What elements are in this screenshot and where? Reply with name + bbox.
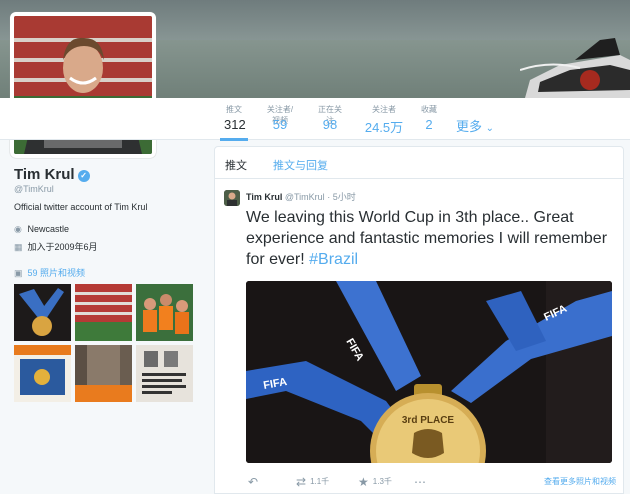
- calendar-icon: ▦: [14, 242, 23, 252]
- medal-label: 3rd PLACE: [402, 415, 455, 426]
- star-icon: ★: [358, 475, 369, 489]
- photo-thumbnail[interactable]: [14, 284, 71, 341]
- stat-value: 312: [224, 117, 246, 132]
- tweet-actions: ↶ ⇄ 1.1千 ★ 1.3千 ⋯ 查看更多照片和视频: [246, 473, 616, 489]
- tweet-media[interactable]: FIFA FIFA FIFA 3rd PLACE: [246, 281, 612, 463]
- more-label: 更多: [456, 119, 483, 134]
- location-pin-icon: ◉: [14, 224, 22, 234]
- tab-tweets[interactable]: 推文: [225, 157, 247, 173]
- joined-text: 加入于2009年6月: [27, 242, 98, 252]
- stat-following[interactable]: 正在关注 98: [315, 104, 345, 132]
- profile-location: ◉ Newcastle: [14, 224, 69, 235]
- tweet-text-main: We leaving this World Cup in 3th place..…: [246, 209, 608, 268]
- profile-bio: Official twitter account of Tim Krul: [14, 202, 148, 212]
- view-more-media-link[interactable]: 查看更多照片和视频: [544, 476, 616, 487]
- profile-name[interactable]: Tim Krul ✓: [14, 166, 90, 183]
- photos-link-text: 59 照片和视频: [27, 268, 86, 278]
- profile-nav: 推文 312 关注者/视频 59 正在关注 98 关注者 24.5万 收藏 2 …: [0, 98, 630, 141]
- tweet-time-text: 5小时: [332, 192, 356, 202]
- tweet-author-name[interactable]: Tim Krul: [246, 192, 282, 202]
- profile-joined: ▦ 加入于2009年6月: [14, 240, 98, 253]
- reply-button[interactable]: ↶: [248, 475, 262, 489]
- timeline-panel: 推文 推文与回复 Tim Krul @TimKrul · 5小时 We leav…: [214, 146, 624, 494]
- stat-value: 98: [322, 117, 338, 132]
- favorite-button[interactable]: ★ 1.3千: [358, 475, 392, 489]
- photo-thumbnail[interactable]: [14, 345, 71, 402]
- favorite-count: 1.3千: [372, 477, 392, 486]
- stat-value: 24.5万: [364, 120, 404, 135]
- more-menu-button[interactable]: 更多 ⌄: [456, 116, 494, 135]
- worldcup-thumb-image: [14, 345, 71, 402]
- stat-label: 关注者/视频: [266, 105, 294, 125]
- tweet-author-handle[interactable]: @TimKrul: [285, 192, 325, 202]
- stat-label: 关注者: [372, 105, 396, 114]
- stat-label: 收藏: [421, 105, 437, 114]
- newspaper-thumb-image: [136, 345, 193, 402]
- team-celebration-thumb-image: [136, 284, 193, 341]
- timeline-tabs: 推文 推文与回复: [215, 147, 623, 179]
- stat-tweets[interactable]: 推文 312: [220, 104, 248, 141]
- profile-name-text: Tim Krul: [14, 166, 75, 183]
- stat-value: 2: [425, 117, 433, 132]
- tweet-text: We leaving this World Cup in 3th place..…: [246, 207, 616, 270]
- stat-label: 正在关注: [318, 105, 342, 125]
- retweet-icon: ⇄: [296, 475, 307, 489]
- tab-tweets-replies[interactable]: 推文与回复: [273, 157, 328, 173]
- camera-icon: ▣: [14, 268, 23, 278]
- stat-value: 59: [272, 117, 288, 132]
- location-text: Newcastle: [27, 224, 70, 234]
- tweet-hashtag[interactable]: #Brazil: [309, 251, 358, 268]
- profile-handle[interactable]: @TimKrul: [14, 184, 54, 194]
- chevron-down-icon: ⌄: [485, 123, 495, 134]
- photo-thumbnail[interactable]: [136, 345, 193, 402]
- stat-photos[interactable]: 关注者/视频 59: [264, 104, 296, 132]
- jetski-image: [520, 38, 630, 98]
- photo-thumbnail[interactable]: [75, 345, 132, 402]
- retweet-count: 1.1千: [310, 477, 330, 486]
- stat-favorites[interactable]: 收藏 2: [420, 104, 438, 132]
- tweet-timestamp[interactable]: · 5小时: [327, 192, 356, 202]
- photos-videos-link[interactable]: ▣ 59 照片和视频: [14, 266, 85, 279]
- more-actions-button[interactable]: ⋯: [414, 475, 430, 489]
- stat-followers[interactable]: 关注者 24.5万: [364, 104, 404, 136]
- medal-photo: FIFA FIFA FIFA 3rd PLACE: [246, 281, 612, 463]
- ellipsis-icon: ⋯: [414, 475, 426, 489]
- reply-icon: ↶: [248, 475, 259, 489]
- photo-thumbnail[interactable]: [136, 284, 193, 341]
- medal-thumb-image: [14, 284, 71, 341]
- retweet-button[interactable]: ⇄ 1.1千: [296, 475, 329, 489]
- tweet-header: Tim Krul @TimKrul · 5小时: [246, 190, 356, 203]
- photo-thumbnail[interactable]: [75, 284, 132, 341]
- stadium-thumb-image: [75, 284, 132, 341]
- tweet-avatar[interactable]: [224, 190, 240, 206]
- tweet-avatar-image: [224, 190, 240, 206]
- stat-label: 推文: [226, 105, 242, 114]
- verified-badge-icon: ✓: [77, 170, 90, 182]
- street-crowd-thumb-image: [75, 345, 132, 402]
